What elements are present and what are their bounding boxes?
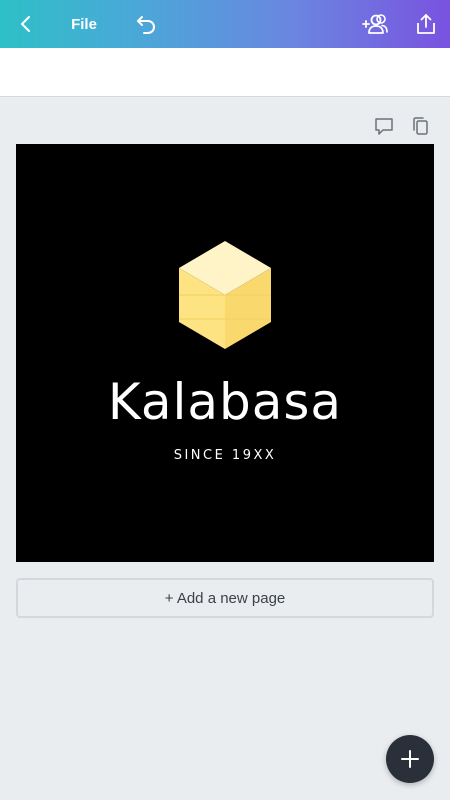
undo-icon: [137, 16, 155, 34]
back-button[interactable]: [8, 0, 44, 48]
brand-name-text[interactable]: Kalabasa: [16, 370, 434, 434]
cube-icon: [179, 241, 271, 349]
comment-button[interactable]: [372, 114, 396, 138]
undo-button[interactable]: [128, 0, 164, 48]
add-page-button[interactable]: + Add a new page: [16, 578, 434, 618]
editor-toolbar: [0, 48, 450, 97]
chevron-left-icon: [21, 16, 30, 32]
add-people-icon: [362, 14, 388, 34]
file-menu-button[interactable]: File: [62, 0, 106, 48]
brand-tagline-text[interactable]: SINCE 19XX: [16, 448, 434, 463]
add-element-fab[interactable]: [386, 735, 434, 783]
duplicate-page-icon: [413, 117, 428, 135]
duplicate-page-button[interactable]: [408, 114, 432, 138]
comment-icon: [375, 118, 393, 135]
share-button[interactable]: [408, 0, 444, 48]
top-app-bar: File: [0, 0, 450, 48]
plus-icon: [401, 750, 419, 768]
add-collaborator-button[interactable]: [356, 0, 394, 48]
design-page[interactable]: Kalabasa SINCE 19XX: [16, 144, 434, 562]
share-upload-icon: [417, 14, 435, 34]
